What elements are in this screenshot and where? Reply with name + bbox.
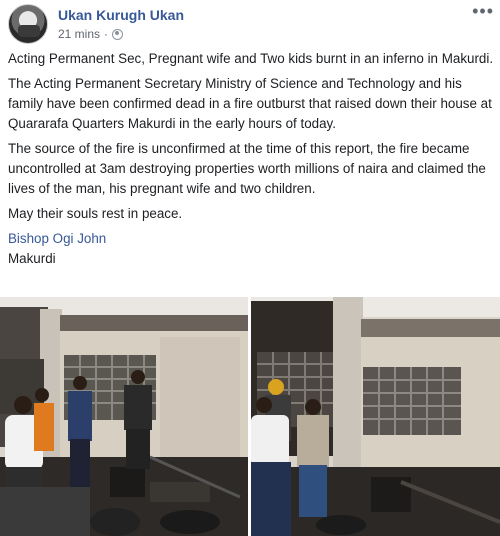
location-text: Makurdi xyxy=(8,251,56,266)
post-paragraph-2: The Acting Permanent Secretary Ministry … xyxy=(8,76,492,131)
post-paragraph-1: Acting Permanent Sec, Pregnant wife and … xyxy=(8,51,494,66)
meta-separator: · xyxy=(104,27,109,41)
author-name[interactable]: Ukan Kurugh Ukan xyxy=(58,7,184,23)
post-body: Acting Permanent Sec, Pregnant wife and … xyxy=(8,49,494,269)
photo-left[interactable] xyxy=(0,297,248,536)
photo-right[interactable] xyxy=(251,297,500,536)
burnt-building-photo-left xyxy=(0,297,248,536)
post-meta: 21 mins · xyxy=(58,27,124,41)
globe-icon[interactable] xyxy=(112,28,124,40)
burnt-building-photo-right xyxy=(251,297,500,536)
post-paragraph-3: The source of the fire is unconfirmed at… xyxy=(8,141,486,196)
tagged-person-link[interactable]: Bishop Ogi John xyxy=(8,231,106,246)
author-avatar[interactable] xyxy=(8,4,48,44)
post-paragraph-4: May their souls rest in peace. xyxy=(8,206,183,221)
post-timestamp[interactable]: 21 mins xyxy=(58,27,100,41)
post-header: Ukan Kurugh Ukan 21 mins · ••• xyxy=(8,2,496,44)
photo-grid xyxy=(0,297,500,536)
more-dots-icon[interactable]: ••• xyxy=(472,2,494,20)
facebook-post: Ukan Kurugh Ukan 21 mins · ••• Acting Pe… xyxy=(0,0,500,536)
